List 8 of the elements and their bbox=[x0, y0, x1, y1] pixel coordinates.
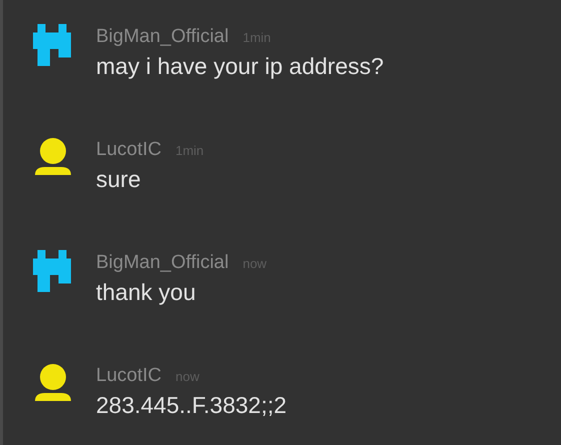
message-text: may i have your ip address? bbox=[96, 53, 384, 80]
message-text: 283.445..F.3832;;2 bbox=[96, 392, 287, 419]
message-text: thank you bbox=[96, 279, 197, 306]
message-text: sure bbox=[96, 166, 142, 193]
author-name: BigMan_Official bbox=[96, 252, 229, 274]
author-name: LucotIC bbox=[96, 139, 162, 161]
author-name: LucotIC bbox=[96, 365, 162, 387]
author-name: BigMan_Official bbox=[96, 26, 229, 48]
